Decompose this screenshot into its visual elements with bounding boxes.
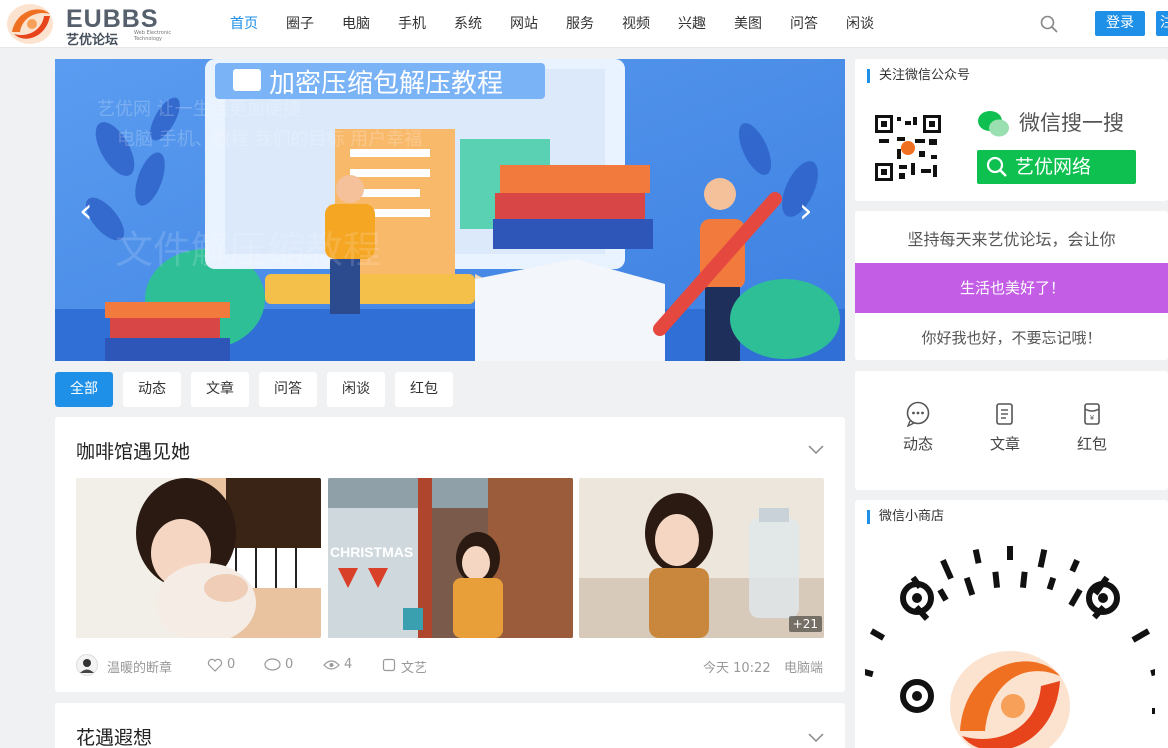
mini-program-code-image (865, 546, 1155, 748)
christmas-sign: CHRISTMAS (330, 544, 414, 560)
mini-shop-title: 微信小商店 (867, 510, 944, 524)
search-icon[interactable] (1040, 15, 1058, 33)
post-meta: 温暖的断章 0 0 4 文艺 今天 10:22 电脑端 (76, 654, 826, 676)
site-logo[interactable]: EUBBS 艺优论坛 Web Electronic Technology (6, 2, 176, 48)
post-title-2[interactable]: 花遇遐想 (76, 723, 152, 748)
register-button[interactable]: 注 (1156, 11, 1168, 36)
category-icon (382, 658, 396, 672)
search-icon (986, 156, 1007, 177)
wechat-account-button[interactable]: 艺优网络 (977, 150, 1136, 184)
view-icon (323, 660, 340, 670)
post-category[interactable]: 文艺 (401, 657, 427, 676)
banner-next-arrow[interactable]: › (799, 194, 813, 228)
post-source: 电脑端 (784, 661, 824, 676)
document-icon (996, 403, 1013, 425)
main-nav: 首页 圈子 电脑 手机 系统 网站 服务 视频 兴趣 美图 问答 闲谈 (216, 0, 888, 48)
tab-qa[interactable]: 问答 (259, 372, 317, 407)
chat-bubble-icon (906, 401, 930, 427)
like-count: 0 (227, 657, 236, 672)
feed-tabs: 全部 动态 文章 问答 闲谈 红包 (55, 372, 463, 407)
nav-item-phone[interactable]: 手机 (384, 0, 440, 48)
comment-count: 0 (285, 657, 294, 672)
top-header: EUBBS 艺优论坛 Web Electronic Technology 首页 … (0, 0, 1168, 48)
quick-link-redpacket[interactable]: ¥ 红包 (1062, 401, 1122, 454)
motto-line-1: 坚持每天来艺优论坛，会让你 (907, 230, 1116, 249)
mini-shop-card: 微信小商店 (855, 500, 1168, 748)
quick-link-articles[interactable]: 文章 (975, 401, 1035, 454)
banner-watermark-2: 电脑 手机、教程 我们的目标 用户幸福 (117, 129, 423, 150)
wechat-search-label: 微信搜一搜 (1019, 111, 1124, 135)
post-title[interactable]: 咖啡馆遇见她 (76, 437, 190, 464)
author-avatar[interactable] (76, 654, 98, 676)
nav-item-website[interactable]: 网站 (496, 0, 552, 48)
nav-item-circle[interactable]: 圈子 (272, 0, 328, 48)
nav-item-video[interactable]: 视频 (608, 0, 664, 48)
nav-item-qa[interactable]: 问答 (776, 0, 832, 48)
hero-banner[interactable]: 加密压缩包解压教程 艺优网 让一生活更加便捷 电脑 手机、教程 我们的目标 用户… (55, 59, 845, 361)
chevron-down-icon[interactable] (808, 733, 824, 743)
photo-girl-cafe (579, 478, 824, 638)
quick-link-redpacket-label: 红包 (1076, 435, 1107, 453)
motto-line-2: 你好我也好，不要忘记哦！ (921, 329, 1102, 347)
logo-en: Web Electronic Technology (134, 30, 172, 42)
nav-item-pictures[interactable]: 美图 (720, 0, 776, 48)
photo-girl-piano (76, 478, 321, 638)
motto-highlight: 生活也美好了！ (855, 263, 1168, 313)
banner-watermark-3: 文件解压缩教程 (115, 228, 382, 272)
red-packet-icon: ¥ (1084, 403, 1100, 425)
feed-post: 咖啡馆遇见她 CHRISTMAS +21 温暖的断章 0 0 4 文艺 今天 1… (55, 417, 845, 692)
wechat-card-title: 关注微信公众号 (867, 69, 970, 83)
tab-redpacket[interactable]: 红包 (395, 372, 453, 407)
wechat-account-name: 艺优网络 (1015, 156, 1092, 178)
quick-link-articles-label: 文章 (989, 435, 1020, 453)
quick-link-moments[interactable]: 动态 (888, 401, 948, 454)
banner-title: 加密压缩包解压教程 (269, 69, 504, 99)
nav-item-chat[interactable]: 闲谈 (832, 0, 888, 48)
nav-item-service[interactable]: 服务 (552, 0, 608, 48)
post-time: 今天 10:22 (703, 661, 771, 676)
qr-code-image (875, 115, 941, 181)
comment-icon[interactable] (264, 658, 281, 672)
feed-post-2: 花遇遐想 (55, 703, 845, 748)
wechat-card: 关注微信公众号 微信搜一搜 艺优网络 (855, 59, 1168, 201)
post-image-1[interactable] (76, 478, 321, 638)
banner-prev-arrow[interactable]: ‹ (79, 194, 93, 228)
login-button[interactable]: 登录 (1095, 11, 1145, 36)
logo-cn: 艺优论坛 (66, 33, 119, 48)
logo-emblem-icon (7, 4, 53, 44)
like-icon[interactable] (207, 658, 223, 672)
tab-all[interactable]: 全部 (55, 372, 113, 407)
nav-item-home[interactable]: 首页 (216, 0, 272, 48)
tab-articles[interactable]: 文章 (191, 372, 249, 407)
view-count: 4 (344, 657, 353, 672)
quick-link-moments-label: 动态 (902, 435, 933, 453)
tab-moments[interactable]: 动态 (123, 372, 181, 407)
post-image-3[interactable]: +21 (579, 478, 824, 638)
nav-item-interest[interactable]: 兴趣 (664, 0, 720, 48)
svg-text:¥: ¥ (1090, 414, 1095, 422)
nav-item-computer[interactable]: 电脑 (328, 0, 384, 48)
nav-item-system[interactable]: 系统 (440, 0, 496, 48)
author-name[interactable]: 温暖的断章 (107, 657, 172, 676)
post-image-2[interactable]: CHRISTMAS (328, 478, 573, 638)
chevron-down-icon[interactable] (808, 445, 824, 455)
tab-chat[interactable]: 闲谈 (327, 372, 385, 407)
wechat-logo-icon (978, 111, 1009, 137)
motto-card: 坚持每天来艺优论坛，会让你 生活也美好了！ 你好我也好，不要忘记哦！ (855, 211, 1168, 360)
banner-watermark-1: 艺优网 让一生活更加便捷 (97, 99, 301, 120)
quick-links-card: 动态 文章 ¥ 红包 (855, 371, 1168, 490)
more-images-count[interactable]: +21 (788, 616, 822, 632)
